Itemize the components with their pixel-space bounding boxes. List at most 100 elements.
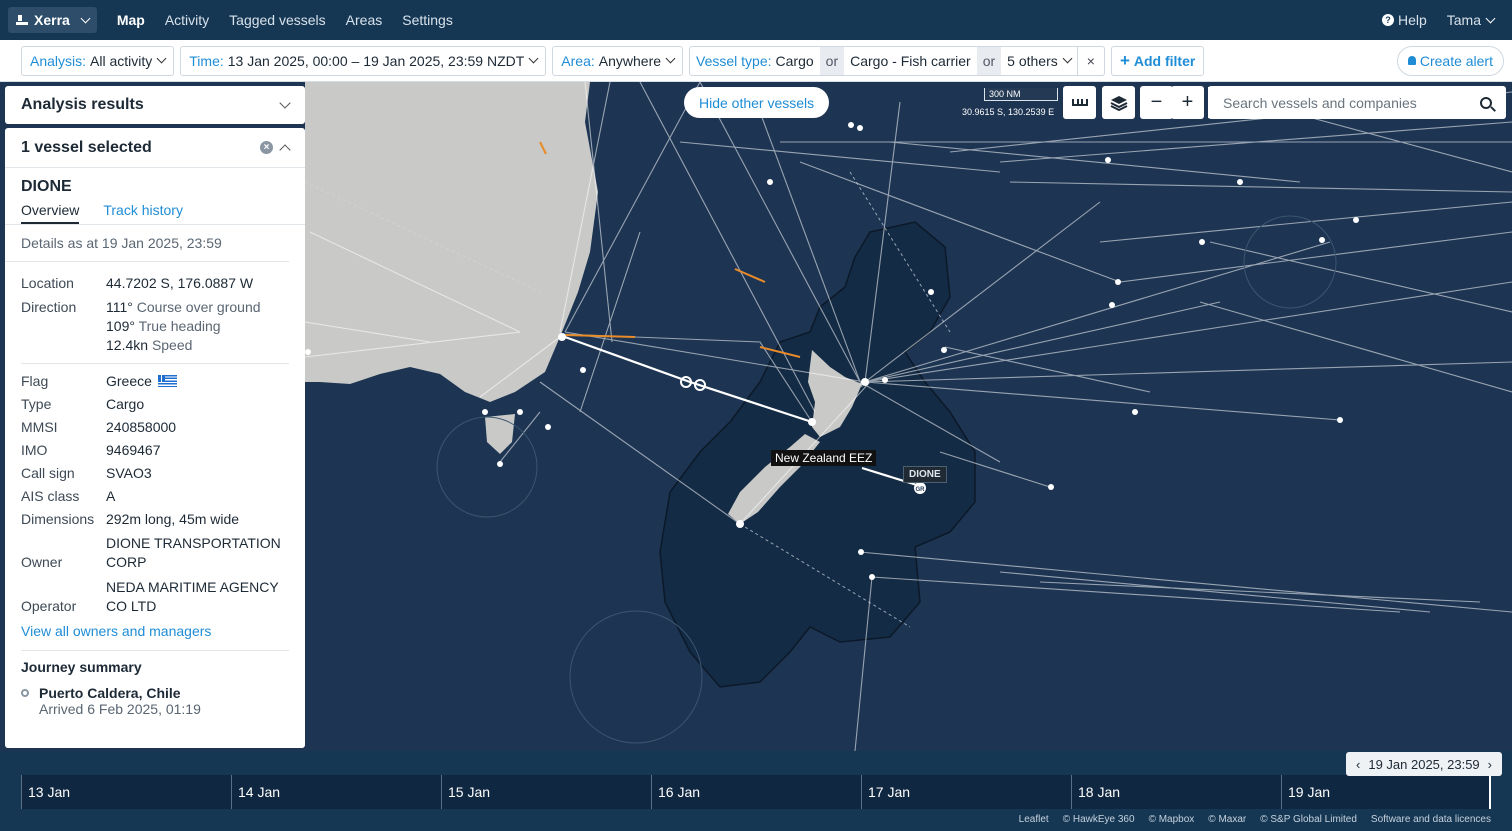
top-nav: Xerra Map Activity Tagged vessels Areas … (0, 0, 1512, 40)
zoom-in-button[interactable]: + (1171, 86, 1204, 119)
search-icon[interactable] (1480, 96, 1492, 109)
tab-overview[interactable]: Overview (21, 202, 80, 224)
credit-leaflet[interactable]: Leaflet (1019, 814, 1049, 825)
chevron-left-icon[interactable]: ‹ (1356, 757, 1360, 772)
tab-track-history[interactable]: Track history (103, 202, 183, 224)
chevron-down-icon (1485, 13, 1496, 23)
course-value: 111° (106, 299, 133, 315)
hide-other-vessels-button[interactable]: Hide other vessels (684, 87, 830, 118)
detail-value: 9469467 (106, 442, 161, 458)
selected-vessels-header: 1 vessel selected × (5, 128, 305, 168)
timeline-day: 14 Jan (231, 775, 441, 809)
timeline-current-time[interactable]: ‹ 19 Jan 2025, 23:59 › (1346, 752, 1503, 776)
detail-label: Type (21, 396, 52, 412)
filter-bar: Analysis: All activity Time: 13 Jan 2025… (0, 40, 1512, 82)
vessel-type-others-label: 5 others (1007, 52, 1058, 69)
location-label: Location (21, 275, 74, 291)
detail-label: Dimensions (21, 511, 95, 527)
vessel-type-others[interactable]: 5 others (1001, 47, 1077, 75)
vessel-type-value-1: Cargo (775, 52, 814, 69)
help-link[interactable]: ? Help (1374, 0, 1435, 40)
timeline-day: 15 Jan (441, 775, 651, 809)
nav-settings[interactable]: Settings (392, 0, 463, 40)
heading-value: 109° (106, 318, 135, 334)
or-separator: or (819, 46, 845, 75)
vessel-details: Location 44.7202 S, 176.0887 W Direction … (5, 274, 305, 651)
chevron-down-icon (665, 53, 676, 64)
vessel-label[interactable]: DIONE (903, 466, 947, 483)
credit-spglobal: © S&P Global Limited (1260, 814, 1357, 825)
nav-activity[interactable]: Activity (155, 0, 219, 40)
chevron-down-icon (279, 97, 291, 109)
nav-areas[interactable]: Areas (336, 0, 393, 40)
map-credits: Leaflet © HawkEye 360 © Mapbox © Maxar ©… (1019, 814, 1491, 825)
brand-switcher[interactable]: Xerra (8, 7, 97, 33)
speed-label: Speed (151, 337, 193, 353)
direction-label: Direction (21, 299, 77, 315)
owner-link[interactable]: DIONE TRANSPORTATION CORP (106, 534, 281, 572)
timeline-track[interactable]: 13 Jan 14 Jan 15 Jan 16 Jan 17 Jan 18 Ja… (21, 775, 1491, 809)
detail-label: MMSI (21, 419, 58, 435)
dione-vessel-marker: GR (914, 482, 926, 494)
analysis-value: All activity (90, 52, 153, 69)
heading-label: True heading (138, 318, 221, 334)
analysis-results-title: Analysis results (21, 96, 144, 113)
area-filter[interactable]: Area: Anywhere (552, 45, 684, 76)
nav-tagged-vessels[interactable]: Tagged vessels (219, 0, 336, 40)
left-panel: Analysis results 1 vessel selected × DIO… (5, 86, 305, 748)
svg-text:GR: GR (916, 487, 926, 493)
zoom-out-button[interactable]: − (1140, 86, 1173, 119)
time-filter[interactable]: Time: 13 Jan 2025, 00:00 – 19 Jan 2025, … (180, 45, 547, 76)
analysis-filter[interactable]: Analysis: All activity (21, 45, 175, 76)
clear-selection-icon[interactable]: × (260, 141, 273, 154)
remove-filter-button[interactable]: × (1076, 46, 1104, 75)
area-key: Area: (561, 52, 595, 69)
operator-line-1: NEDA MARITIME AGENCY (106, 579, 279, 595)
nav-map[interactable]: Map (107, 0, 155, 40)
vessel-type-filter[interactable]: Vessel type: Cargo or Cargo - Fish carri… (689, 45, 1105, 76)
journey-arrival: Arrived 6 Feb 2025, 01:19 (39, 701, 201, 717)
analysis-results-header[interactable]: Analysis results (5, 86, 305, 124)
chevron-down-icon (156, 53, 167, 64)
licences-link[interactable]: Software and data licences (1371, 814, 1491, 825)
create-alert-button[interactable]: Create alert (1396, 45, 1504, 76)
vessel-type-cargo[interactable]: Vessel type: Cargo (690, 47, 820, 75)
chevron-right-icon[interactable]: › (1488, 757, 1492, 772)
chevron-down-icon (1062, 53, 1073, 64)
search-input[interactable] (1208, 87, 1480, 118)
vessel-name: DIONE (21, 178, 72, 195)
course-label: Course over ground (136, 299, 261, 315)
divider (21, 363, 289, 364)
owner-line-2: CORP (106, 554, 147, 570)
add-filter-label: Add filter (1133, 52, 1196, 69)
detail-value: 292m long, 45m wide (106, 511, 240, 527)
credit-hawkeye: © HawkEye 360 (1062, 814, 1135, 825)
journey-summary: Journey summary Puerto Caldera, Chile Ar… (5, 659, 305, 717)
ruler-icon (1071, 99, 1088, 106)
brand-name: Xerra (34, 12, 70, 28)
create-alert-label: Create alert (1419, 52, 1493, 69)
vessel-tabs: Overview Track history (5, 196, 305, 225)
chevron-up-icon[interactable] (279, 143, 291, 156)
layers-button[interactable] (1102, 86, 1135, 119)
detail-value: SVAO3 (106, 465, 152, 481)
measure-button[interactable] (1063, 86, 1096, 119)
timeline-day: 19 Jan (1281, 775, 1491, 809)
selected-title: 1 vessel selected (21, 138, 152, 156)
timeline-day: 17 Jan (861, 775, 1071, 809)
chevron-down-icon (528, 53, 539, 64)
area-value: Anywhere (598, 52, 662, 69)
operator-link[interactable]: NEDA MARITIME AGENCY CO LTD (106, 578, 279, 616)
view-all-owners-link[interactable]: View all owners and managers (21, 622, 211, 641)
timeline-cursor[interactable] (1489, 775, 1491, 809)
cursor-coordinates: 30.9615 S, 130.2539 E (962, 107, 1055, 117)
vessel-type-key: Vessel type: (696, 52, 772, 69)
journey-title: Journey summary (21, 659, 142, 675)
add-filter-button[interactable]: + Add filter (1110, 45, 1205, 76)
user-menu[interactable]: Tama (1439, 0, 1502, 40)
journey-stop: Puerto Caldera, Chile Arrived 6 Feb 2025… (21, 685, 289, 717)
or-separator: or (976, 46, 1002, 75)
vessel-type-fish-carrier[interactable]: Cargo - Fish carrier (844, 47, 977, 75)
location-link[interactable]: 44.7202 S, 176.0887 W (106, 274, 253, 293)
time-key: Time: (189, 52, 224, 69)
